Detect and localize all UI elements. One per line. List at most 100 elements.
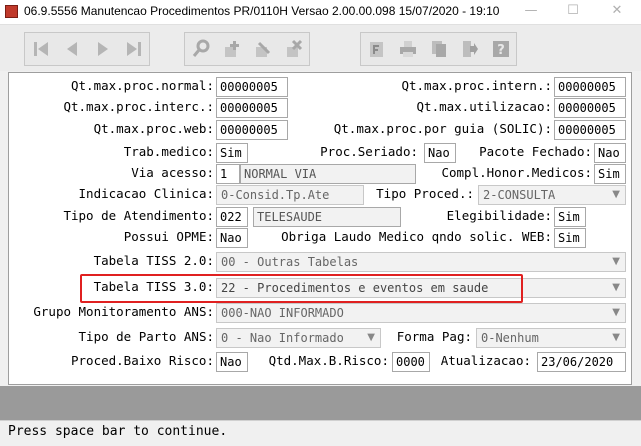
elegibilidade-label: Elegibilidade: xyxy=(446,208,552,223)
search-icon xyxy=(192,39,209,57)
qt-max-guia-label: Qt.max.proc.por guia (SOLIC): xyxy=(333,121,552,136)
chevron-down-icon: ▼ xyxy=(612,307,620,318)
grupo-monitoramento-label: Grupo Monitoramento ANS: xyxy=(33,304,214,319)
tabela-tiss3-value: 22 - Procedimentos e eventos em saude xyxy=(221,281,489,295)
next-icon xyxy=(97,42,108,56)
exit-button[interactable] xyxy=(454,33,485,65)
pacote-fechado-label: Pacote Fechado: xyxy=(479,144,592,159)
tabela-tiss2-label: Tabela TISS 2.0: xyxy=(93,253,214,268)
tipo-atendimento-label: Tipo de Atendimento: xyxy=(63,208,214,223)
copy-icon xyxy=(431,41,446,57)
tipo-proced-select[interactable]: 2-CONSULTA ▼ xyxy=(478,185,626,205)
indicacao-clinica-value: 0-Consid.Tp.Ate xyxy=(221,188,330,202)
qt-max-interc-label: Qt.max.proc.interc.: xyxy=(63,99,214,114)
chevron-down-icon: ▼ xyxy=(367,332,375,343)
compl-honor-field[interactable]: Sim xyxy=(594,164,626,184)
tabela-tiss2-value: 00 - Outras Tabelas xyxy=(221,255,359,269)
app-icon xyxy=(5,5,18,18)
edit-icon xyxy=(255,41,270,57)
last-record-button[interactable] xyxy=(118,33,149,65)
previous-record-button[interactable] xyxy=(56,33,87,65)
tipo-atendimento-code-field[interactable]: 022 xyxy=(216,207,248,227)
tipo-proced-value: 2-CONSULTA xyxy=(483,188,556,202)
svg-text:?: ? xyxy=(497,43,505,58)
next-record-button[interactable] xyxy=(87,33,118,65)
status-bar: Press space bar to continue. xyxy=(0,420,641,446)
message-area xyxy=(0,386,641,420)
qt-max-guia-field[interactable]: 00000005 xyxy=(554,120,626,140)
qt-max-normal-label: Qt.max.proc.normal: xyxy=(71,78,214,93)
tipo-atendimento-desc-field: TELESAUDE xyxy=(253,207,401,227)
forma-pag-value: 0-Nenhum xyxy=(481,331,539,345)
first-icon xyxy=(33,42,48,56)
via-acesso-desc-field: NORMAL VIA xyxy=(240,164,416,184)
title-bar: 06.9.5556 Manutencao Procedimentos PR/01… xyxy=(0,0,641,25)
qt-max-intern-field[interactable]: 00000005 xyxy=(554,77,626,97)
atualizacao-label: Atualizacao: xyxy=(440,353,531,368)
print-button[interactable] xyxy=(392,33,423,65)
obriga-laudo-label: Obriga Laudo Medico qndo solic. WEB: xyxy=(281,229,552,244)
qt-max-normal-field[interactable]: 00000005 xyxy=(216,77,288,97)
exit-icon xyxy=(462,41,478,57)
close-button[interactable]: ✕ xyxy=(595,0,639,24)
add-icon xyxy=(224,41,239,57)
add-button[interactable] xyxy=(216,33,247,65)
minimize-button[interactable]: — xyxy=(509,0,553,24)
qt-max-utilizacao-label: Qt.max.utilizacao: xyxy=(416,99,552,114)
atualizacao-field[interactable]: 23/06/2020 xyxy=(537,352,626,372)
tipo-parto-label: Tipo de Parto ANS: xyxy=(78,329,214,344)
trab-medico-label: Trab.medico: xyxy=(123,144,214,159)
delete-icon xyxy=(286,39,302,57)
grupo-monitoramento-value: 000-NAO INFORMADO xyxy=(221,306,344,320)
edit-button[interactable] xyxy=(247,33,278,65)
qt-max-intern-label: Qt.max.proc.intern.: xyxy=(401,78,552,93)
search-button[interactable] xyxy=(185,33,216,65)
qt-max-utilizacao-field[interactable]: 00000005 xyxy=(554,98,626,118)
tipo-parto-select[interactable]: 0 - Nao Informado ▼ xyxy=(216,328,381,348)
help-icon: ? xyxy=(492,41,509,58)
copy-button[interactable] xyxy=(423,33,454,65)
last-icon xyxy=(126,42,141,56)
tabela-tiss2-select[interactable]: 00 - Outras Tabelas ▼ xyxy=(216,252,626,272)
indicacao-clinica-label: Indicacao Clinica: xyxy=(78,186,214,201)
chevron-down-icon: ▼ xyxy=(612,256,620,267)
previous-icon xyxy=(66,42,77,56)
tabela-tiss3-label: Tabela TISS 3.0: xyxy=(93,279,214,294)
compl-honor-label: Compl.Honor.Medicos: xyxy=(441,165,592,180)
filter-icon xyxy=(369,42,383,57)
proc-seriado-field[interactable]: Nao xyxy=(424,143,456,163)
navigation-group xyxy=(24,32,150,66)
possui-opme-field[interactable]: Nao xyxy=(216,228,248,248)
via-acesso-label: Via acesso: xyxy=(131,165,214,180)
qt-max-web-field[interactable]: 00000005 xyxy=(216,120,288,140)
tipo-proced-label: Tipo Proced.: xyxy=(376,186,474,201)
edit-group xyxy=(184,32,310,66)
pacote-fechado-field[interactable]: Nao xyxy=(594,143,626,163)
form-panel: Qt.max.proc.normal: 00000005 Qt.max.proc… xyxy=(8,72,632,385)
trab-medico-field[interactable]: Sim xyxy=(216,143,248,163)
indicacao-clinica-select[interactable]: 0-Consid.Tp.Ate xyxy=(216,185,364,205)
possui-opme-label: Possui OPME: xyxy=(123,229,214,244)
window-title: 06.9.5556 Manutencao Procedimentos PR/01… xyxy=(24,4,500,18)
chevron-down-icon: ▼ xyxy=(612,332,620,343)
chevron-down-icon: ▼ xyxy=(612,282,620,293)
elegibilidade-field[interactable]: Sim xyxy=(554,207,586,227)
delete-button[interactable] xyxy=(278,33,309,65)
forma-pag-label: Forma Pag: xyxy=(396,329,472,344)
tipo-parto-value: 0 - Nao Informado xyxy=(221,331,344,345)
obriga-laudo-field[interactable]: Sim xyxy=(554,228,586,248)
qt-max-web-label: Qt.max.proc.web: xyxy=(93,121,214,136)
proced-baixo-risco-label: Proced.Baixo Risco: xyxy=(71,353,214,368)
grupo-monitoramento-select[interactable]: 000-NAO INFORMADO ▼ xyxy=(216,303,626,323)
forma-pag-select[interactable]: 0-Nenhum ▼ xyxy=(476,328,626,348)
qt-max-interc-field[interactable]: 00000005 xyxy=(216,98,288,118)
help-button[interactable]: ? xyxy=(485,33,516,65)
via-acesso-code-field[interactable]: 1 xyxy=(216,164,240,184)
maximize-button[interactable]: ☐ xyxy=(551,0,595,24)
first-record-button[interactable] xyxy=(25,33,56,65)
tabela-tiss3-select[interactable]: 22 - Procedimentos e eventos em saude ▼ xyxy=(216,278,626,298)
proced-baixo-risco-field[interactable]: Nao xyxy=(216,352,248,372)
status-message: Press space bar to continue. xyxy=(8,424,228,439)
filter-button[interactable] xyxy=(361,33,392,65)
qtd-max-b-risco-field[interactable]: 0000 xyxy=(392,352,430,372)
